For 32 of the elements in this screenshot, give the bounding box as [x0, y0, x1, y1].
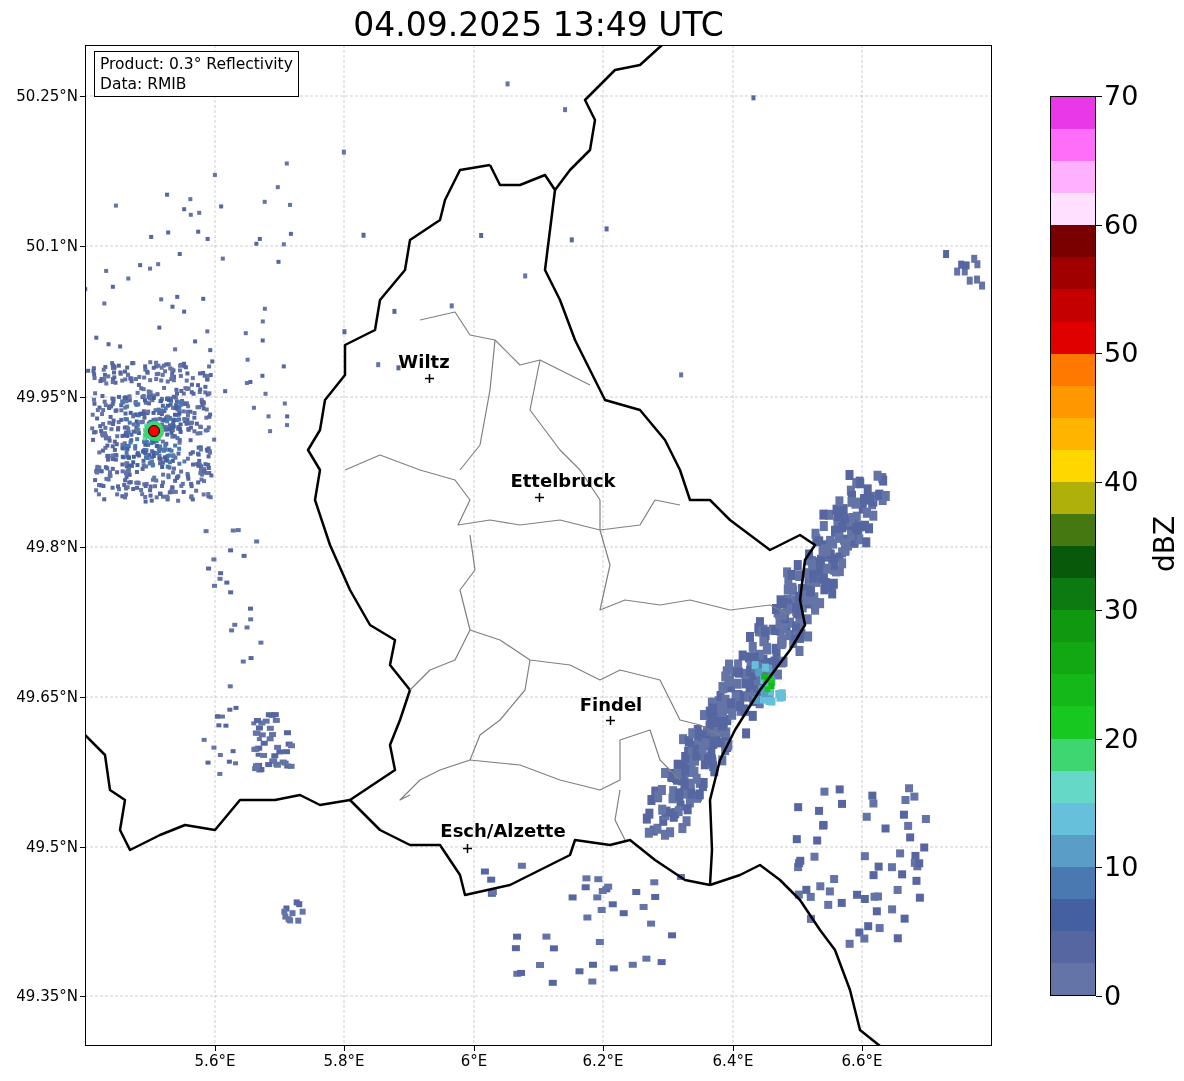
colorbar-tick-label: 40	[1104, 465, 1139, 498]
axis-tick-label: 5.6°E	[194, 1052, 236, 1070]
colorbar-tick-label: 20	[1104, 722, 1139, 755]
axis-tick-label: 6.4°E	[712, 1052, 754, 1070]
city-marker-icon	[462, 843, 472, 853]
colorbar-tick-label: 50	[1104, 337, 1139, 370]
city-marker-icon	[424, 373, 434, 383]
axis-tick-label: 6.6°E	[841, 1052, 883, 1070]
axis-tick-label: 6°E	[460, 1052, 488, 1070]
colorbar-tick-label: 60	[1104, 208, 1139, 241]
axis-tick-label: 49.65°N	[15, 688, 78, 706]
city-marker-icon	[605, 715, 615, 725]
axis-tick-label: 49.35°N	[15, 987, 78, 1005]
colorbar-tick-label: 10	[1104, 851, 1139, 884]
colorbar-tick-label: 70	[1104, 80, 1139, 112]
axis-tick-label: 50.25°N	[15, 87, 78, 105]
axis-tick-label: 50.1°N	[24, 237, 78, 255]
chart-title: 04.09.2025 13:49 UTC	[352, 4, 725, 46]
city-label: Ettelbruck	[510, 470, 616, 492]
city-marker-icon	[534, 492, 544, 502]
colorbar-tick-label: 0	[1104, 980, 1122, 1012]
info-box: Product: 0.3° Reflectivity Data: RMIB	[94, 51, 299, 97]
city-label: Esch/Alzette	[440, 820, 566, 842]
axis-tick-label: 5.8°E	[323, 1052, 365, 1070]
axis-tick-label: 6.2°E	[582, 1052, 624, 1070]
colorbar-label: dBZ	[1148, 514, 1182, 574]
city-label: Wiltz	[398, 351, 450, 373]
axis-tick-label: 49.95°N	[15, 388, 78, 406]
city-label: Findel	[579, 694, 643, 716]
axis-tick-label: 49.8°N	[24, 538, 78, 556]
axis-tick-label: 49.5°N	[24, 838, 78, 856]
colorbar-tick-label: 30	[1104, 594, 1139, 627]
